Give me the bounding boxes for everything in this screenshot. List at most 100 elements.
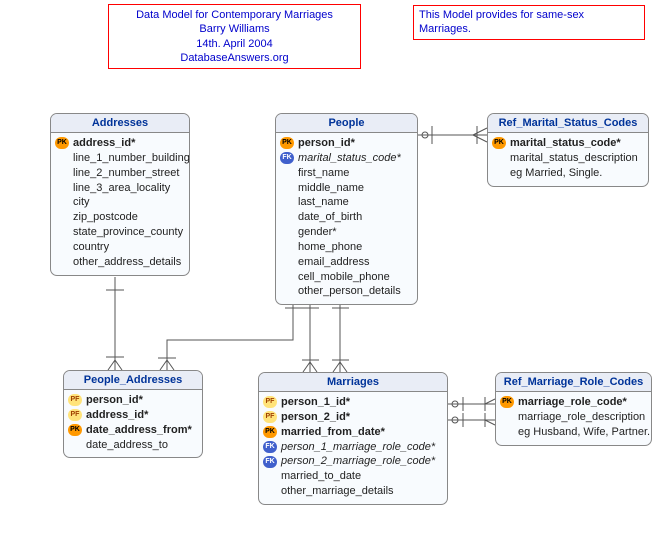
attribute-text: other_person_details bbox=[298, 284, 401, 299]
attribute-text: married_from_date* bbox=[281, 425, 385, 440]
attribute-row: cell_mobile_phone bbox=[280, 270, 413, 285]
attribute-text: eg Husband, Wife, Partner. bbox=[518, 425, 650, 440]
attribute-text: gender* bbox=[298, 225, 337, 240]
entity-title: Ref_Marriage_Role_Codes bbox=[496, 373, 651, 392]
attribute-row: PK marital_status_code* bbox=[492, 136, 644, 151]
attribute-text: marital_status_code* bbox=[510, 136, 621, 151]
attribute-text: line_2_number_street bbox=[73, 166, 179, 181]
attribute-text: other_marriage_details bbox=[281, 484, 394, 499]
attribute-row: PK person_id* bbox=[280, 136, 413, 151]
attribute-text: middle_name bbox=[298, 181, 364, 196]
attribute-text: address_id* bbox=[86, 408, 148, 423]
attribute-row: zip_postcode bbox=[55, 210, 185, 225]
entity-ref-marriage-role: Ref_Marriage_Role_Codes PK marriage_role_… bbox=[495, 372, 652, 446]
attribute-row: email_address bbox=[280, 255, 413, 270]
attribute-text: other_address_details bbox=[73, 255, 181, 270]
attribute-row: state_province_county bbox=[55, 225, 185, 240]
attribute-row: other_marriage_details bbox=[263, 484, 443, 499]
attribute-row: PK marriage_role_code* bbox=[500, 395, 647, 410]
attribute-text: eg Married, Single. bbox=[510, 166, 602, 181]
pk-key-icon: PK bbox=[280, 137, 294, 149]
entity-body: PK marriage_role_code*marriage_role_descr… bbox=[496, 392, 651, 445]
attribute-row: PK married_from_date* bbox=[263, 425, 443, 440]
attribute-row: date_address_to bbox=[68, 438, 198, 453]
entity-marriages: Marriages PFperson_1_id*PFperson_2_id*PK… bbox=[258, 372, 448, 505]
attribute-row: first_name bbox=[280, 166, 413, 181]
entity-title: People bbox=[276, 114, 417, 133]
attribute-row: PF person_id* bbox=[68, 393, 198, 408]
title-line1: Data Model for Contemporary Marriages bbox=[117, 8, 352, 22]
entity-title: Marriages bbox=[259, 373, 447, 392]
attribute-text: person_2_id* bbox=[281, 410, 350, 425]
attribute-row: city bbox=[55, 195, 185, 210]
pf-key-icon: PF bbox=[263, 411, 277, 423]
attribute-text: date_address_from* bbox=[86, 423, 192, 438]
pf-key-icon: PF bbox=[68, 394, 82, 406]
entity-body: PK person_id* FK marital_status_code*first_… bbox=[276, 133, 417, 304]
attribute-row: gender* bbox=[280, 225, 413, 240]
attribute-text: marital_status_description bbox=[510, 151, 638, 166]
attribute-text: line_1_number_building bbox=[73, 151, 190, 166]
entity-body: PKaddress_id*line_1_number_buildingline_… bbox=[51, 133, 189, 275]
attribute-row: line_2_number_street bbox=[55, 166, 185, 181]
attribute-text: person_2_marriage_role_code* bbox=[281, 454, 435, 469]
entity-title: People_Addresses bbox=[64, 371, 202, 390]
attribute-text: married_to_date bbox=[281, 469, 361, 484]
attribute-row: date_of_birth bbox=[280, 210, 413, 225]
attribute-row: married_to_date bbox=[263, 469, 443, 484]
attribute-row: FKperson_1_marriage_role_code* bbox=[263, 440, 443, 455]
pk-key-icon: PK bbox=[68, 424, 82, 436]
attribute-row: PF person_2_id* bbox=[263, 410, 443, 425]
attribute-row: marriage_role_description bbox=[500, 410, 647, 425]
attribute-text: email_address bbox=[298, 255, 370, 270]
note-text: This Model provides for same-sex Marriag… bbox=[419, 9, 584, 35]
attribute-row: PF address_id* bbox=[68, 408, 198, 423]
pk-key-icon: PK bbox=[500, 396, 514, 408]
attribute-text: person_1_id* bbox=[281, 395, 350, 410]
entity-addresses: Addresses PKaddress_id*line_1_number_bui… bbox=[50, 113, 190, 276]
attribute-text: city bbox=[73, 195, 90, 210]
attribute-text: line_3_area_locality bbox=[73, 181, 170, 196]
attribute-text: date_address_to bbox=[86, 438, 168, 453]
pf-key-icon: PF bbox=[68, 409, 82, 421]
attribute-row: PK date_address_from* bbox=[68, 423, 198, 438]
attribute-row: other_address_details bbox=[55, 255, 185, 270]
pk-key-icon: PK bbox=[55, 137, 69, 149]
attribute-text: date_of_birth bbox=[298, 210, 362, 225]
attribute-row: eg Married, Single. bbox=[492, 166, 644, 181]
attribute-row: FK person_2_marriage_role_code* bbox=[263, 454, 443, 469]
entity-body: PF person_1_id* PF person_2_id* PK married_fr… bbox=[259, 392, 447, 504]
attribute-row: PKaddress_id* bbox=[55, 136, 185, 151]
entity-title: Ref_Marital_Status_Codes bbox=[488, 114, 648, 133]
title-info-box: Data Model for Contemporary Marriages Ba… bbox=[108, 4, 361, 69]
attribute-text: cell_mobile_phone bbox=[298, 270, 390, 285]
entity-people-addresses: People_Addresses PF person_id* PF address_i… bbox=[63, 370, 203, 458]
attribute-row: middle_name bbox=[280, 181, 413, 196]
pk-key-icon: PK bbox=[492, 137, 506, 149]
attribute-row: FK marital_status_code* bbox=[280, 151, 413, 166]
fk-key-icon: FK bbox=[280, 152, 294, 164]
attribute-row: country bbox=[55, 240, 185, 255]
pk-key-icon: PK bbox=[263, 426, 277, 438]
attribute-row: eg Husband, Wife, Partner. bbox=[500, 425, 647, 440]
attribute-text: person_id* bbox=[86, 393, 143, 408]
attribute-text: person_id* bbox=[298, 136, 355, 151]
pf-key-icon: PF bbox=[263, 396, 277, 408]
attribute-row: other_person_details bbox=[280, 284, 413, 299]
title-line3: 14th. April 2004 bbox=[117, 37, 352, 51]
attribute-text: home_phone bbox=[298, 240, 362, 255]
attribute-row: PF person_1_id* bbox=[263, 395, 443, 410]
attribute-text: marital_status_code* bbox=[298, 151, 401, 166]
fk-key-icon: FK bbox=[263, 456, 277, 468]
note-info-box: This Model provides for same-sex Marriag… bbox=[413, 5, 645, 40]
attribute-text: country bbox=[73, 240, 109, 255]
attribute-text: state_province_county bbox=[73, 225, 183, 240]
attribute-row: line_1_number_building bbox=[55, 151, 185, 166]
attribute-row: last_name bbox=[280, 195, 413, 210]
attribute-text: marriage_role_code* bbox=[518, 395, 627, 410]
attribute-text: zip_postcode bbox=[73, 210, 138, 225]
entity-ref-marital-status: Ref_Marital_Status_Codes PK marital_statu… bbox=[487, 113, 649, 187]
entity-people: People PK person_id* FK marital_status_code… bbox=[275, 113, 418, 305]
title-line4: DatabaseAnswers.org bbox=[117, 51, 352, 65]
attribute-text: marriage_role_description bbox=[518, 410, 645, 425]
